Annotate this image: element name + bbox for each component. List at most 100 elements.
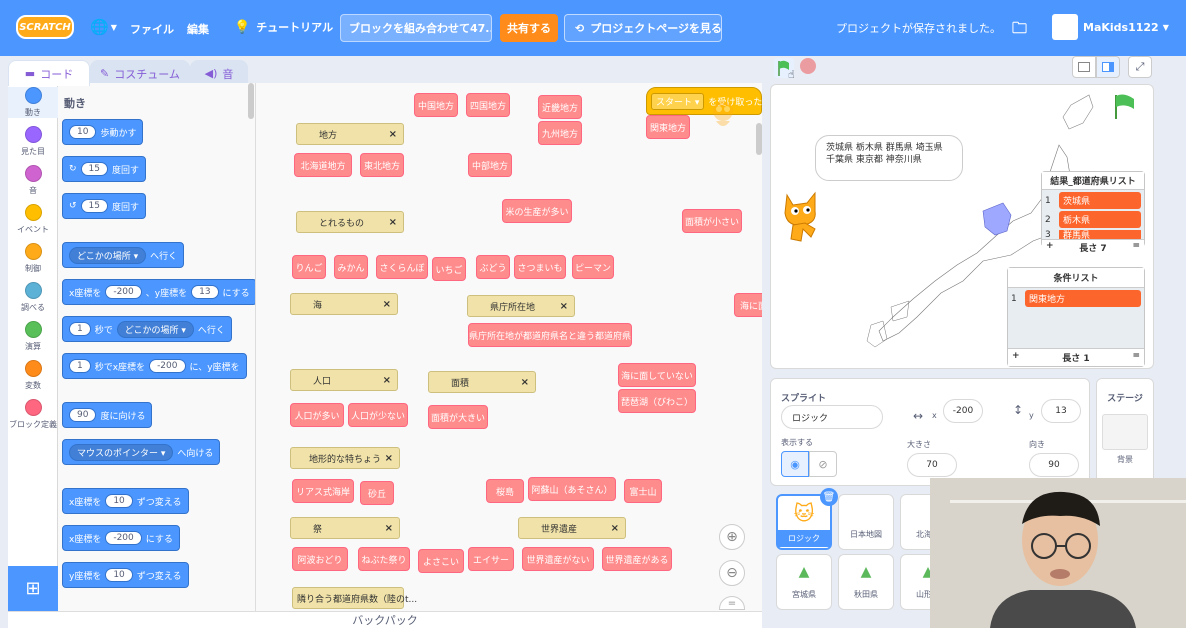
sprite-thumb[interactable]: ▲ 宮城県	[776, 554, 832, 610]
condition-block[interactable]: さくらんぼ	[376, 255, 428, 279]
value-input[interactable]: 15	[80, 199, 108, 213]
zoom-out-button[interactable]: ⊖	[719, 560, 745, 586]
scratch-logo[interactable]: SCRATCH	[16, 15, 74, 39]
tab-code[interactable]: ▬ コード	[8, 60, 90, 86]
condition-block[interactable]: 関東地方	[646, 115, 690, 139]
resize-icon[interactable]: =	[1132, 241, 1140, 254]
account-menu[interactable]: MaKids1122 ▼	[1052, 14, 1169, 40]
stage-selector[interactable]: ステージ 背景	[1096, 378, 1154, 488]
sprite-thumb[interactable]: ▲ 秋田県	[838, 554, 894, 610]
condition-block[interactable]: 近畿地方	[538, 95, 582, 119]
condition-block[interactable]: ねぶた祭り	[358, 547, 410, 571]
close-icon[interactable]: ×	[560, 301, 568, 312]
receive-event-block[interactable]: スタート ▾ を受け取った	[646, 87, 762, 115]
list-value[interactable]: 群馬県	[1059, 230, 1141, 239]
category-block[interactable]: 県庁所在地 ×	[467, 295, 575, 317]
stage-canvas[interactable]: 茨城県 栃木県 群馬県 埼玉県 千葉県 東京都 神奈川県 結果_都道府県リスト …	[770, 84, 1154, 369]
condition-block[interactable]: 阿蘇山（あそさん）	[528, 477, 616, 501]
category-motion[interactable]: 動き	[8, 87, 58, 118]
normal-stage-button[interactable]	[1096, 56, 1120, 78]
condition-block[interactable]: 世界遺産がない	[522, 547, 594, 571]
condition-block[interactable]: みかん	[334, 255, 368, 279]
tutorial-menu[interactable]: 💡 チュートリアル	[234, 19, 333, 35]
condition-block[interactable]: さつまいも	[514, 255, 566, 279]
close-icon[interactable]: ×	[611, 523, 619, 534]
direction-input[interactable]: 90	[69, 408, 97, 422]
close-icon[interactable]: ×	[385, 523, 393, 534]
value-input[interactable]: 10	[105, 568, 133, 582]
value-input[interactable]: 10	[105, 494, 133, 508]
category-control[interactable]: 制御	[8, 243, 58, 274]
add-item-icon[interactable]: +	[1046, 241, 1054, 254]
script-workspace[interactable]: 地方 × とれるもの × 海 × 県庁所在地 × 人口 × 面積 × 地形的な特ちょう × 祭…	[256, 83, 762, 611]
condition-block[interactable]: 米の生産が多い	[502, 199, 572, 223]
list-value[interactable]: 関東地方	[1025, 290, 1141, 307]
size-input[interactable]: 70	[907, 453, 957, 477]
close-icon[interactable]: ×	[385, 453, 393, 464]
condition-block[interactable]: 東北地方	[360, 153, 404, 177]
resize-icon[interactable]: =	[1132, 351, 1140, 364]
add-extension-button[interactable]: ⊞	[8, 566, 58, 611]
condition-block[interactable]: 中部地方	[468, 153, 512, 177]
change-y-block[interactable]: y座標を 10 ずつ変える	[62, 562, 189, 588]
edit-menu[interactable]: 編集	[187, 21, 209, 37]
neighbor-count-block[interactable]: 隣り合う都道府県数（陸のt...	[292, 587, 417, 609]
category-sensing[interactable]: 調べる	[8, 282, 58, 313]
turn-right-block[interactable]: ↻ 15 度回す	[62, 156, 147, 182]
close-icon[interactable]: ×	[521, 377, 529, 388]
point-direction-block[interactable]: 90 度に向ける	[62, 402, 153, 428]
seconds-input[interactable]: 1	[69, 322, 91, 336]
towards-dropdown[interactable]: マウスのポインター ▾	[69, 443, 174, 461]
x-input[interactable]: -200	[943, 399, 983, 423]
condition-block[interactable]: 砂丘	[360, 481, 394, 505]
stop-button[interactable]	[800, 58, 816, 74]
close-icon[interactable]: ×	[389, 129, 397, 140]
condition-block[interactable]: 中国地方	[414, 93, 458, 117]
glide-xy-block[interactable]: 1 秒でx座標を -200 に、y座標を	[62, 353, 247, 379]
condition-block[interactable]: 人口が少ない	[348, 403, 408, 427]
share-button[interactable]: 共有する	[500, 14, 558, 42]
glide-block[interactable]: 1 秒で どこかの場所 ▾ へ行く	[62, 316, 232, 342]
zoom-in-button[interactable]: ⊕	[719, 524, 745, 550]
category-variables[interactable]: 変数	[8, 360, 58, 391]
sprite-name-input[interactable]: ロジック	[781, 405, 883, 429]
condition-block[interactable]: りんご	[292, 255, 326, 279]
glide-dropdown[interactable]: どこかの場所 ▾	[116, 320, 194, 338]
condition-block[interactable]: 桜島	[486, 479, 524, 503]
scratch-cat-sprite[interactable]	[779, 189, 825, 245]
project-page-button[interactable]: ⟲ プロジェクトページを見る	[564, 14, 722, 42]
direction-input[interactable]: 90	[1029, 453, 1079, 477]
x-input[interactable]: -200	[149, 359, 186, 373]
category-operators[interactable]: 演算	[8, 321, 58, 352]
condition-block[interactable]: 海に面	[734, 293, 762, 317]
sprite-thumb[interactable]: 🐱 ロジック 🗑	[776, 488, 838, 550]
category-block[interactable]: 海 ×	[290, 293, 398, 315]
hide-sprite-button[interactable]: ⊘	[809, 451, 837, 477]
add-item-icon[interactable]: +	[1012, 351, 1020, 364]
category-block[interactable]: 地方 ×	[296, 123, 404, 145]
condition-block[interactable]: 北海道地方	[294, 153, 352, 177]
trash-icon[interactable]: 🗑	[820, 488, 838, 506]
y-input[interactable]: 13	[1041, 399, 1081, 423]
file-menu[interactable]: ファイル	[130, 21, 174, 37]
condition-block[interactable]: 面積が大きい	[428, 405, 488, 429]
palette-scrollbar[interactable]	[248, 83, 254, 119]
list-value[interactable]: 栃木県	[1059, 211, 1141, 228]
condition-block[interactable]: いちご	[432, 257, 466, 281]
condition-block[interactable]: 富士山	[624, 479, 662, 503]
list-value[interactable]: 茨城県	[1059, 192, 1141, 209]
category-block[interactable]: 人口 ×	[290, 369, 398, 391]
category-block[interactable]: 面積 ×	[428, 371, 536, 393]
condition-block[interactable]: 琵琶湖（びわこ）	[618, 389, 696, 413]
condition-block[interactable]: よさこい	[418, 549, 464, 573]
point-towards-block[interactable]: マウスのポインター ▾ へ向ける	[62, 439, 221, 465]
value-input[interactable]: 10	[69, 125, 97, 139]
category-sound[interactable]: 音	[8, 165, 58, 196]
goto-xy-block[interactable]: x座標を -200 、y座標を 13 にする	[62, 279, 255, 305]
category-events[interactable]: イベント	[8, 204, 58, 235]
y-input[interactable]: 13	[191, 285, 219, 299]
language-menu[interactable]: 🌐 ▼	[90, 18, 117, 36]
condition-block[interactable]: 四国地方	[466, 93, 510, 117]
close-icon[interactable]: ×	[383, 375, 391, 386]
change-x-block[interactable]: x座標を 10 ずつ変える	[62, 488, 189, 514]
